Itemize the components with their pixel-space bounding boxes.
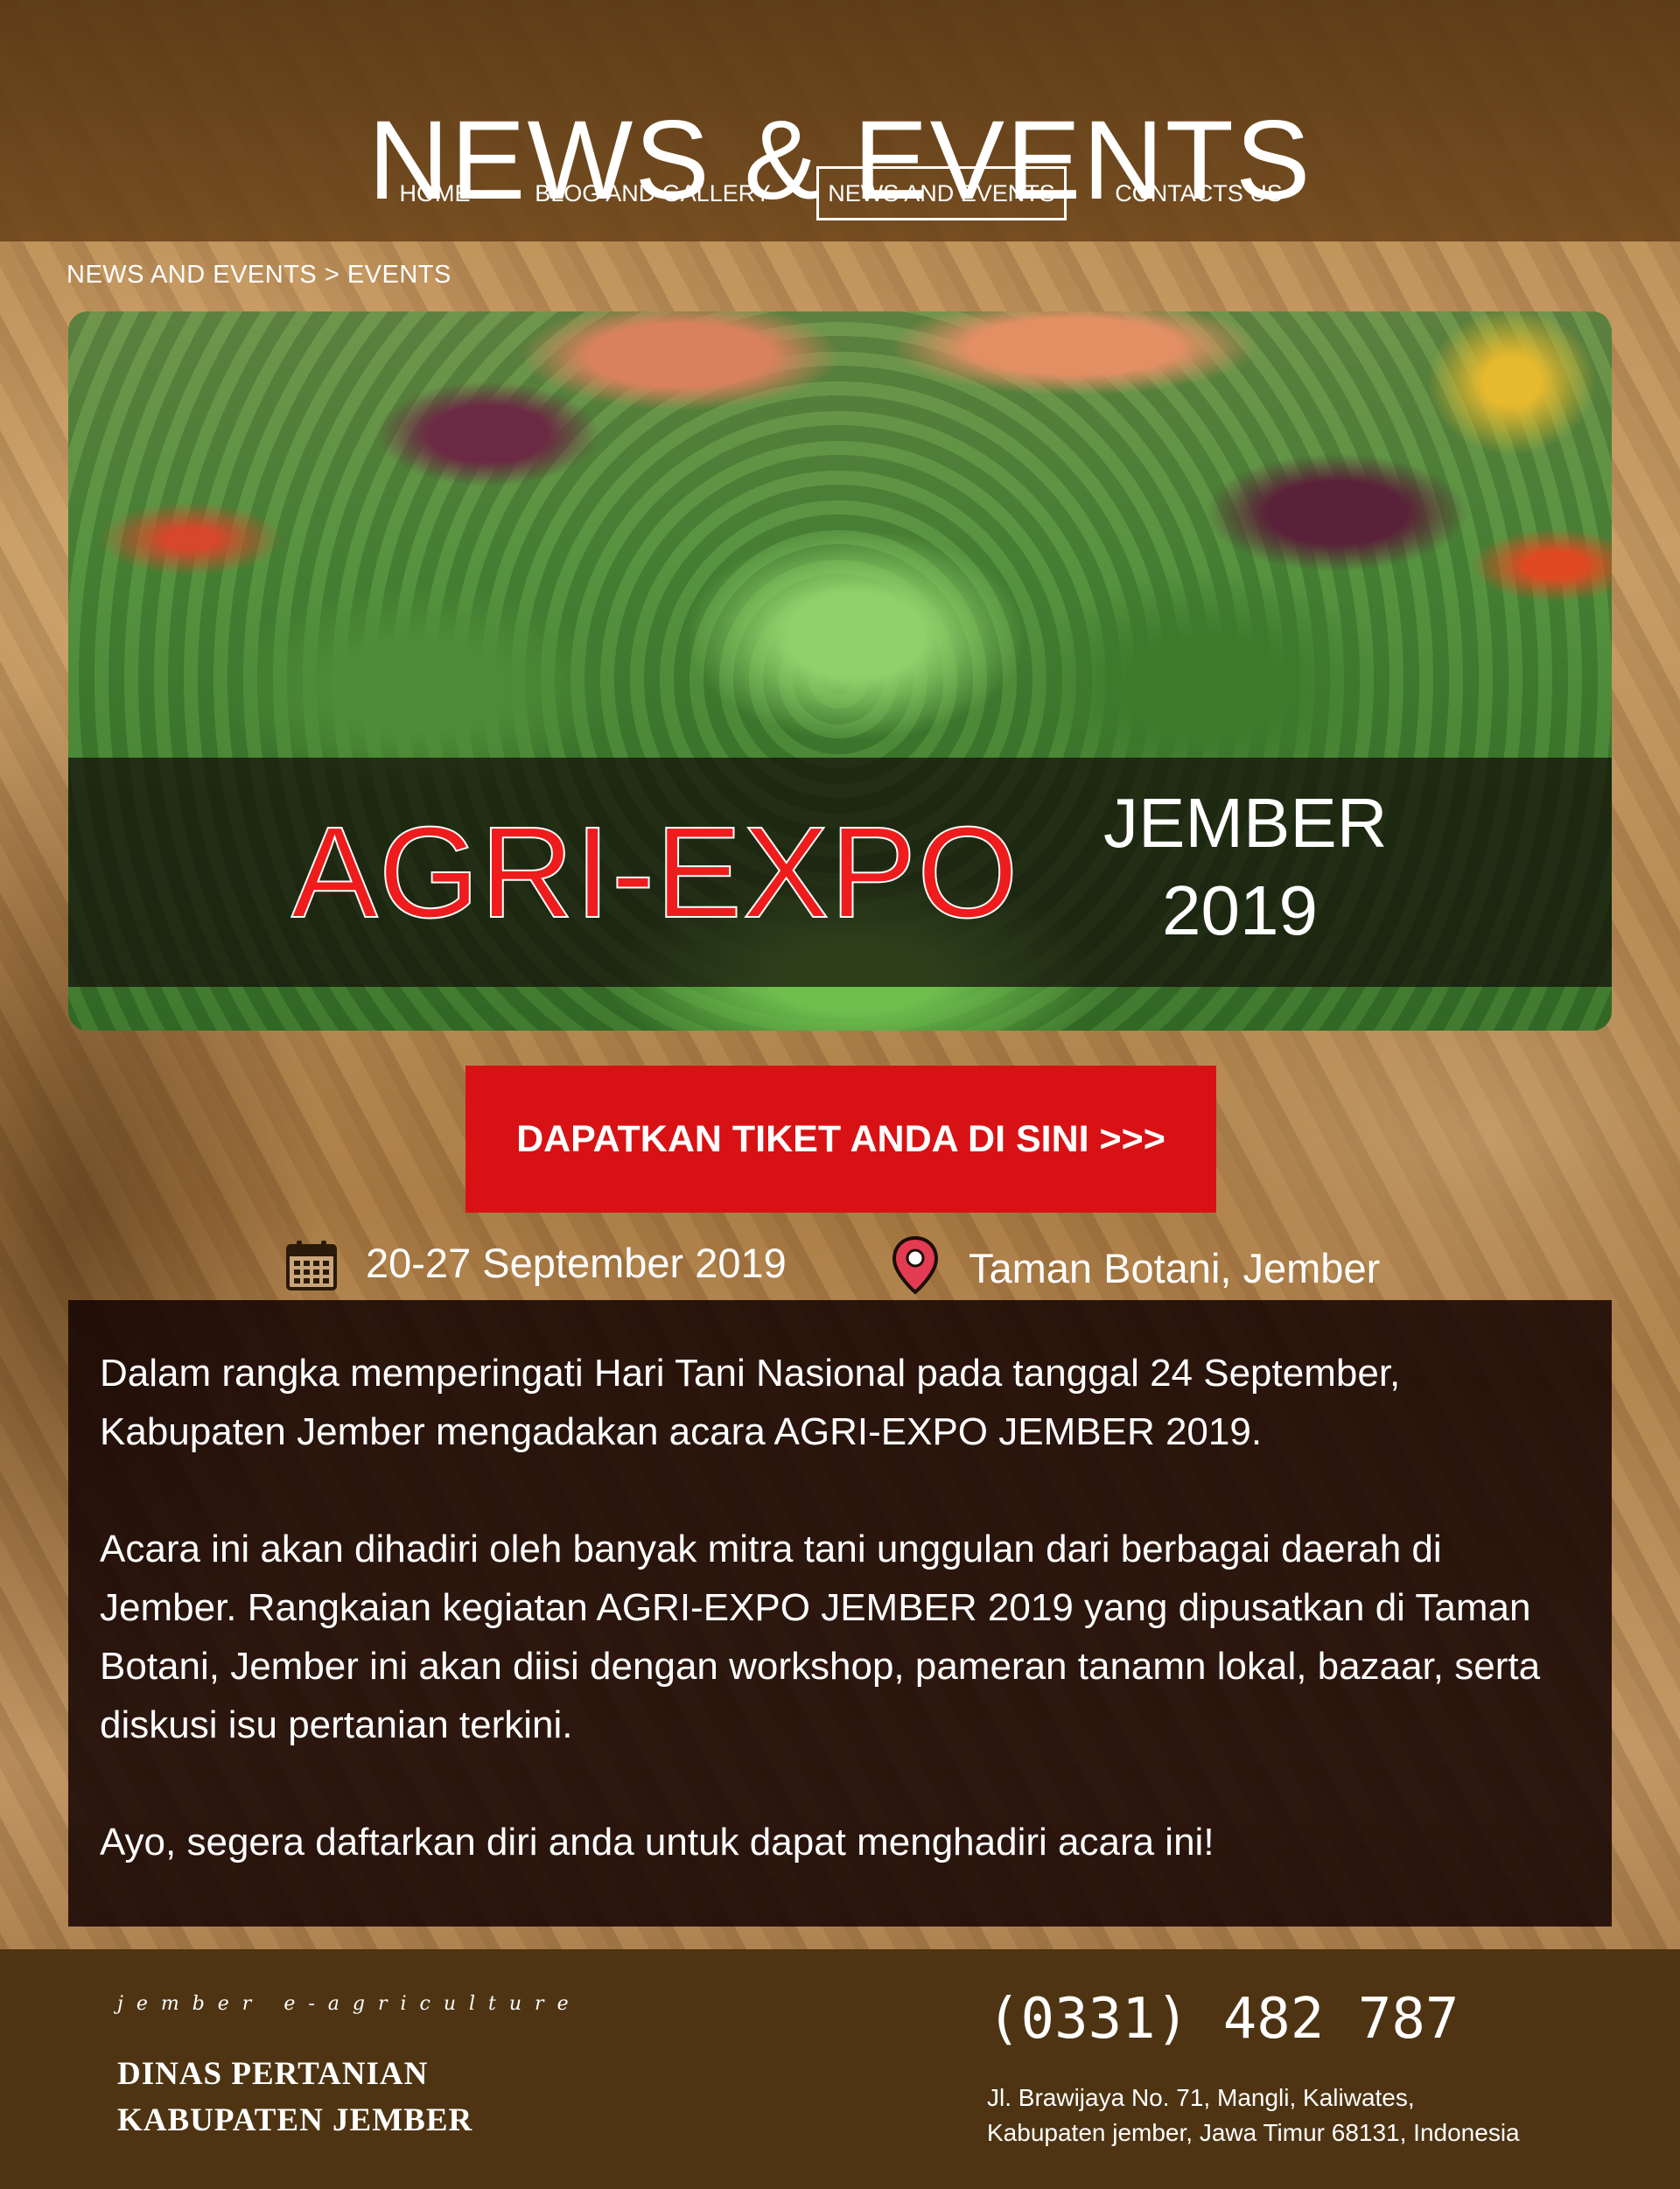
hero-title: AGRI-EXPO <box>290 801 1019 945</box>
address-line1: Jl. Brawijaya No. 71, Mangli, Kaliwates, <box>987 2084 1415 2111</box>
event-description: Dalam rangka memperingati Hari Tani Nasi… <box>68 1300 1612 1927</box>
hero-banner-image: AGRI-EXPO JEMBER 2019 <box>68 311 1612 1031</box>
footer-address: Jl. Brawijaya No. 71, Mangli, Kaliwates,… <box>987 2081 1520 2151</box>
nav-blog-and-gallery[interactable]: BLOG AND GALLERY <box>534 166 772 220</box>
main-nav: HOME BLOG AND GALLERY NEWS AND EVENTS CO… <box>0 166 1680 220</box>
get-ticket-button[interactable]: DAPATKAN TIKET ANDA DI SINI >>> <box>466 1066 1216 1213</box>
map-pin-icon <box>892 1235 939 1295</box>
breadcrumb[interactable]: NEWS AND EVENTS > EVENTS <box>66 261 452 290</box>
event-info: 20-27 September 2019 Taman Botani, Jembe… <box>0 1227 1680 1297</box>
calendar-icon <box>286 1241 337 1290</box>
nav-contacts-us[interactable]: CONTACTS US <box>1111 166 1286 220</box>
org-name-line1: DINAS PERTANIAN <box>117 2056 429 2092</box>
description-paragraph: Ayo, segera daftarkan diri anda untuk da… <box>100 1821 1214 1864</box>
hero-subtitle-year: 2019 <box>1162 871 1318 949</box>
description-paragraph: Acara ini akan dihadiri oleh banyak mitr… <box>100 1528 1541 1746</box>
footer-tagline: jember e-agriculture <box>117 1993 582 2015</box>
header: NEWS & EVENTS HOME BLOG AND GALLERY NEWS… <box>0 0 1680 241</box>
nav-home[interactable]: HOME <box>385 166 485 220</box>
description-paragraph: Dalam rangka memperingati Hari Tani Nasi… <box>100 1352 1401 1453</box>
hero-subtitle-city: JEMBER <box>1103 784 1388 862</box>
address-line2: Kabupaten jember, Jawa Timur 68131, Indo… <box>987 2119 1520 2146</box>
nav-news-and-events[interactable]: NEWS AND EVENTS <box>816 166 1067 220</box>
event-location: Taman Botani, Jember <box>969 1245 1381 1291</box>
footer: jember e-agriculture DINAS PERTANIAN KAB… <box>0 1949 1680 2189</box>
footer-phone[interactable]: (0331) 482 787 <box>987 1986 1459 2053</box>
event-date: 20-27 September 2019 <box>366 1240 787 1286</box>
footer-organization: DINAS PERTANIAN KABUPATEN JEMBER <box>117 2051 472 2144</box>
org-name-line2: KABUPATEN JEMBER <box>117 2102 473 2138</box>
